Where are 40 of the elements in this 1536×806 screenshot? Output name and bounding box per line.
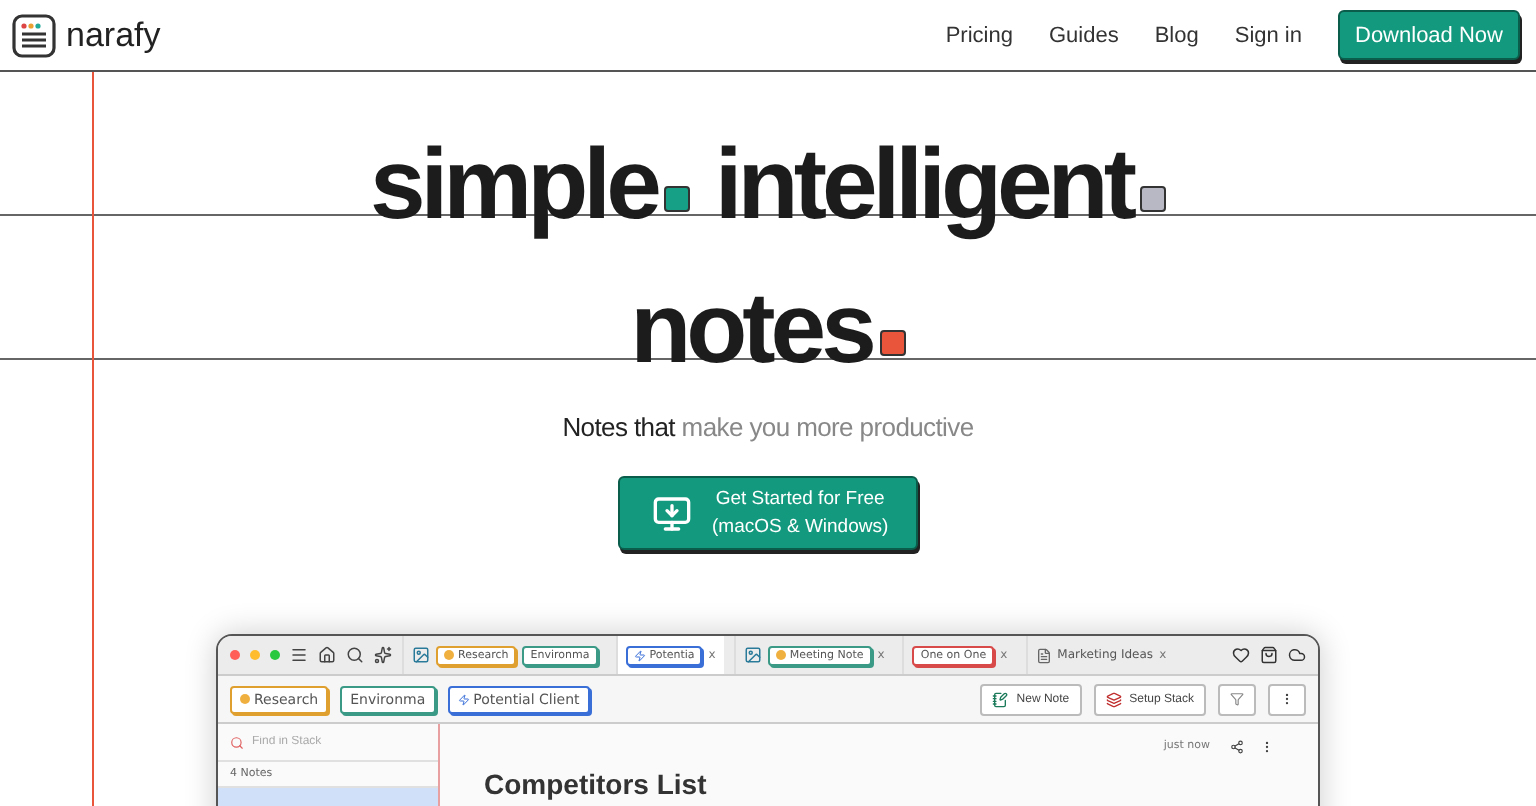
- nav-link[interactable]: Sign in: [1234, 23, 1302, 47]
- note-icon: [992, 691, 1009, 707]
- nav-link[interactable]: Guides: [1048, 23, 1119, 47]
- download-button[interactable]: Download Now: [1338, 10, 1520, 60]
- window-dot-icon: [250, 650, 260, 660]
- filter-icon: [1230, 692, 1244, 706]
- brand-name: narafy: [66, 15, 161, 55]
- menu-icon: [290, 646, 308, 664]
- document-icon: [1035, 647, 1052, 663]
- note-title: Competitors List: [484, 768, 709, 800]
- bolt-icon: [457, 693, 470, 705]
- image-icon: [412, 646, 430, 664]
- get-started-button[interactable]: Get Started for Free (macOS & Windows): [618, 476, 918, 550]
- home-icon: [318, 646, 336, 664]
- image-icon: [743, 646, 762, 664]
- more-icon: [1280, 692, 1294, 706]
- dot-icon: [775, 650, 786, 660]
- bag-icon: [1260, 646, 1278, 664]
- nav-link[interactable]: Blog: [1154, 23, 1199, 47]
- nav-link[interactable]: Pricing: [945, 23, 1013, 47]
- headline-word: simple: [369, 134, 691, 234]
- heart-icon: [1232, 646, 1250, 664]
- cloud-icon: [1288, 646, 1306, 664]
- dot-icon: [444, 650, 454, 660]
- stack-icon: [1105, 691, 1122, 707]
- logo-icon: [12, 13, 56, 57]
- sparkle-icon: [374, 646, 392, 664]
- headline-word: notes: [630, 278, 906, 378]
- window-dot-icon: [230, 650, 240, 660]
- share-icon: [1230, 740, 1244, 754]
- tagline: Notes that make you more productive: [562, 412, 974, 442]
- more-icon: [1260, 740, 1274, 754]
- more-button[interactable]: [1268, 683, 1306, 715]
- bolt-icon: [633, 649, 646, 661]
- filter-button[interactable]: [1218, 683, 1256, 715]
- dot-icon: [240, 694, 250, 704]
- window-dot-icon: [270, 650, 280, 660]
- search-icon: [346, 646, 364, 664]
- download-monitor-icon: [652, 493, 692, 533]
- search-icon: [230, 735, 244, 749]
